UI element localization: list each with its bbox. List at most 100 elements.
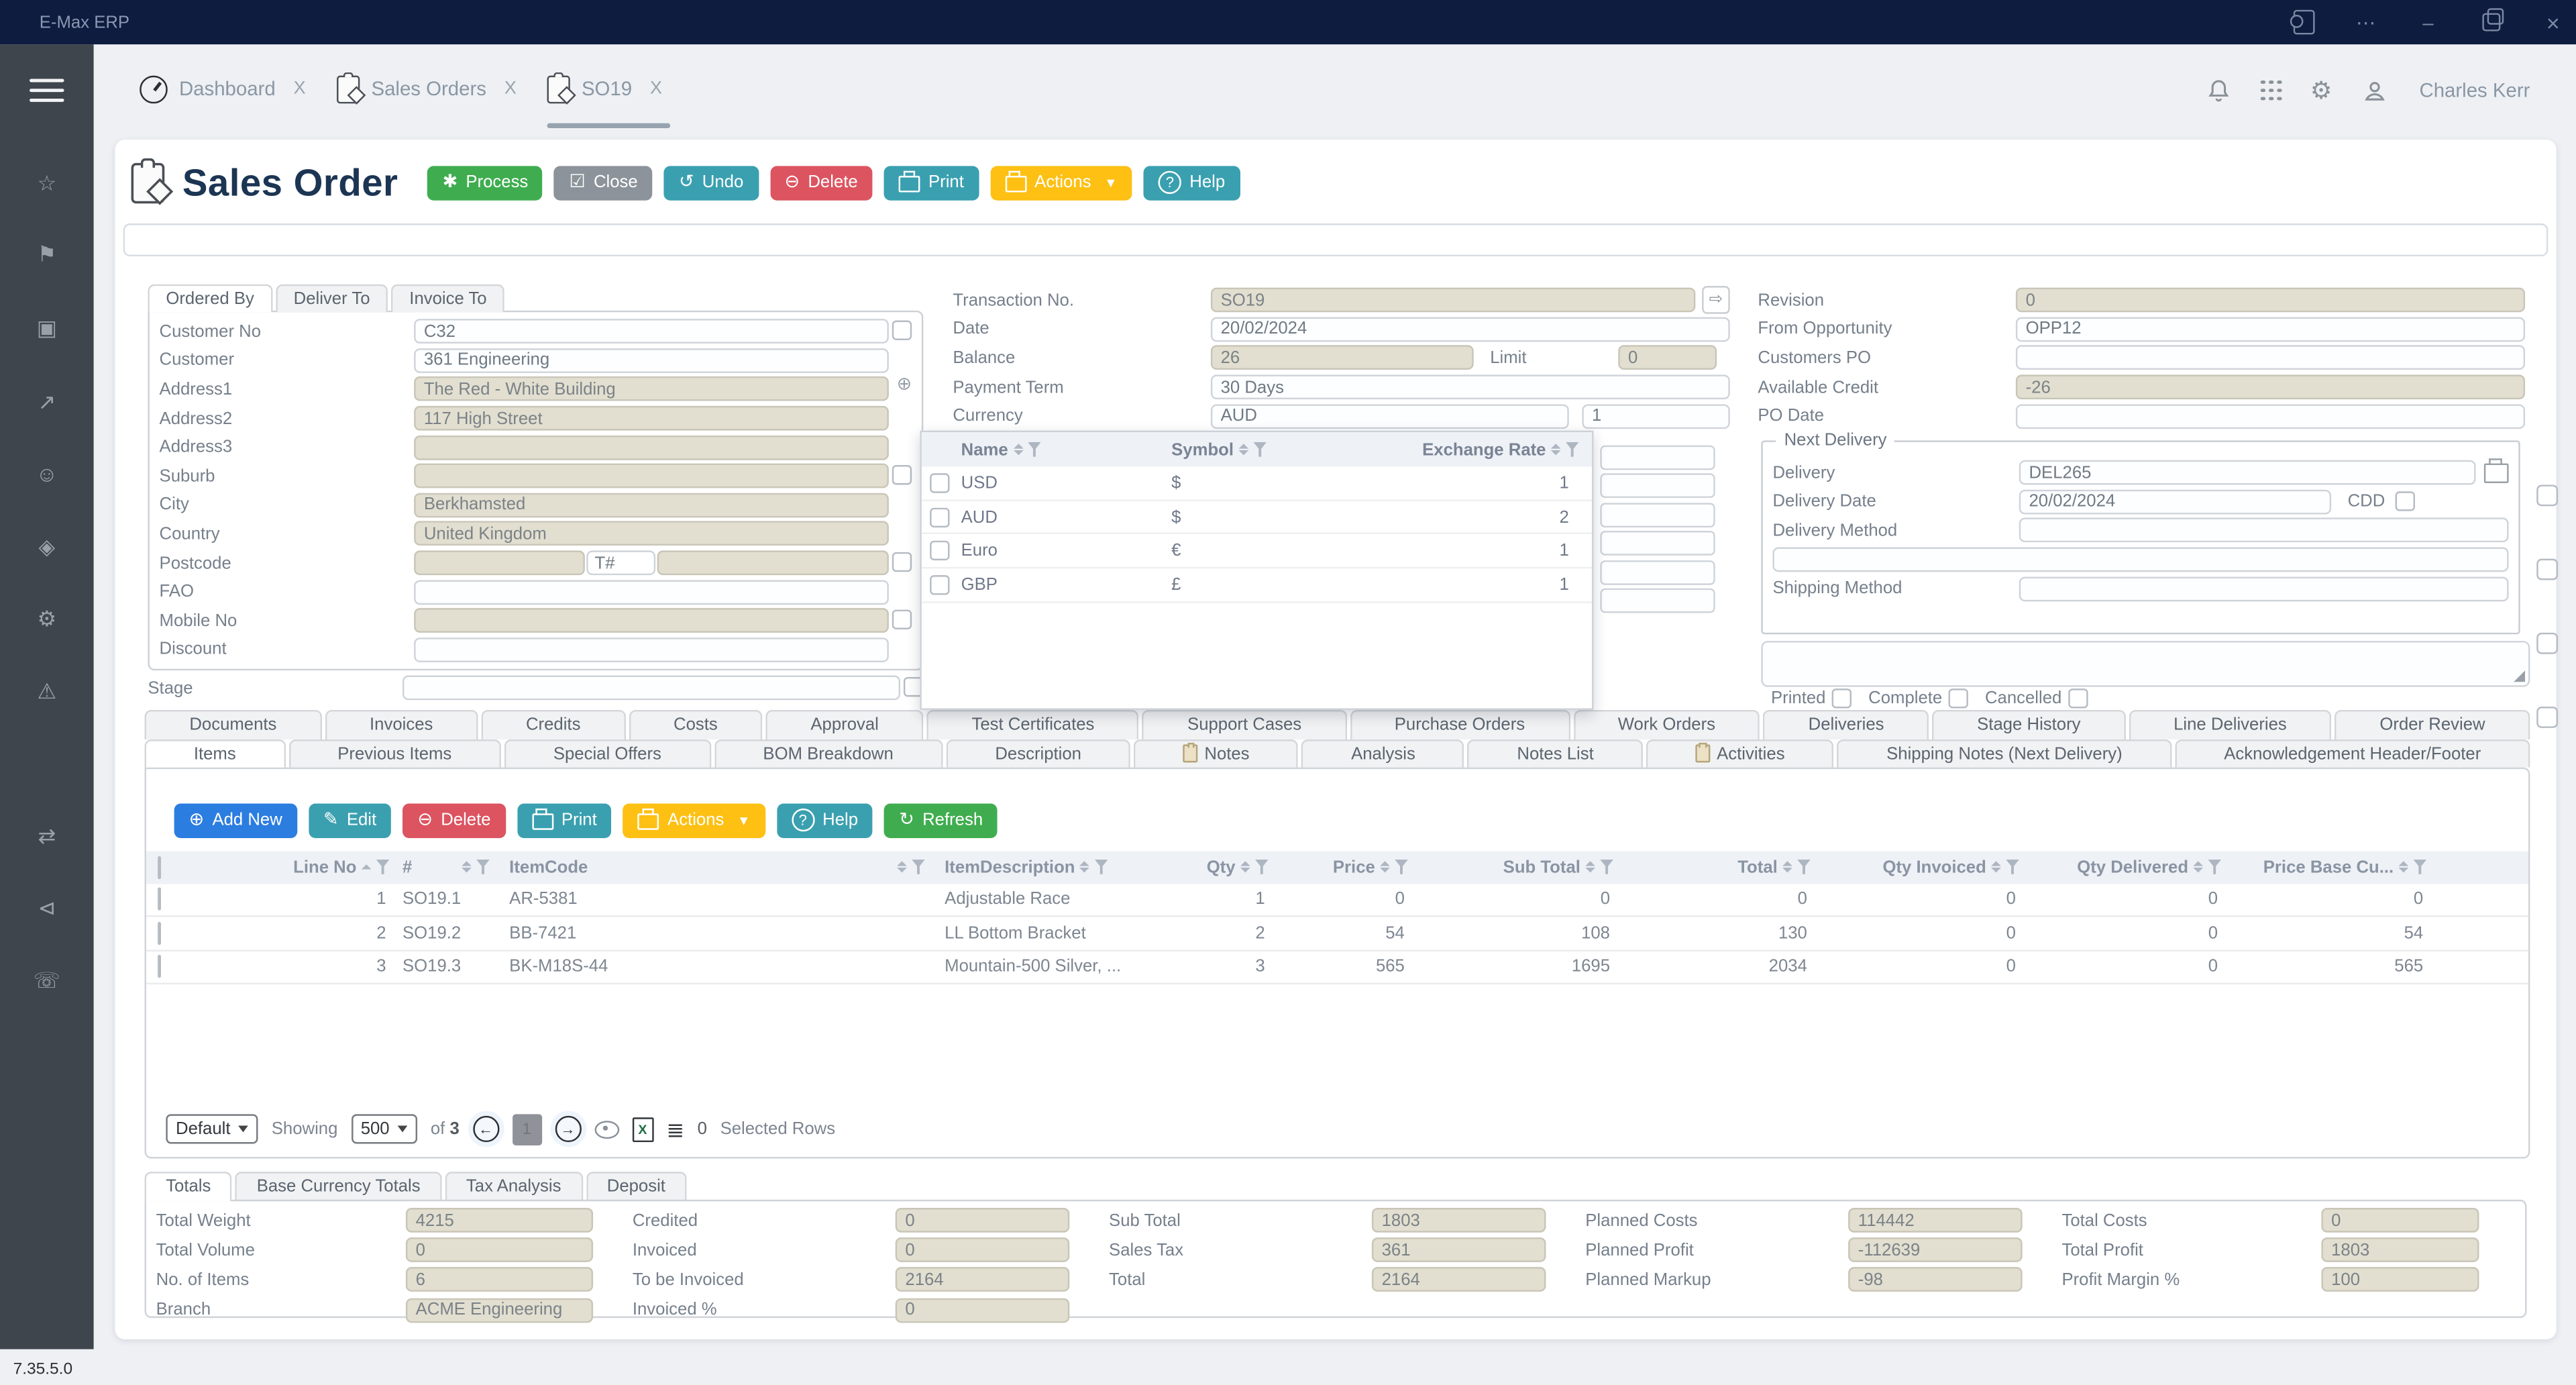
row-checkbox[interactable]	[930, 507, 949, 527]
order-banner[interactable]	[123, 223, 2548, 256]
cancelled-checkbox[interactable]	[2068, 688, 2088, 708]
print-items-button[interactable]: Print	[517, 803, 612, 837]
tab-approval[interactable]: Approval	[766, 710, 924, 739]
tab-base-currency-totals[interactable]: Base Currency Totals	[235, 1172, 441, 1200]
complete-checkbox[interactable]	[1949, 688, 1968, 708]
filter-icon[interactable]	[1028, 442, 1041, 457]
tab-support-cases[interactable]: Support Cases	[1142, 710, 1346, 739]
close-icon[interactable]: ×	[2540, 9, 2566, 35]
tab-analysis[interactable]: Analysis	[1302, 739, 1464, 768]
customer-no-checkbox[interactable]	[892, 321, 912, 340]
cdd-checkbox[interactable]	[2395, 492, 2414, 511]
filter-icon[interactable]	[1255, 860, 1269, 874]
tab-description[interactable]: Description	[946, 739, 1130, 768]
filter-icon[interactable]	[2208, 860, 2221, 874]
actions-button[interactable]: Actions▼	[990, 165, 1132, 199]
view-select[interactable]: Default	[166, 1114, 258, 1143]
table-row[interactable]: 1SO19.1AR-5381Adjustable Race 1000000	[146, 883, 2528, 917]
table-row[interactable]: 2SO19.2BB-7421LL Bottom Bracket 25410813…	[146, 917, 2528, 951]
stage-field[interactable]	[402, 676, 900, 701]
prev-page-button[interactable]: ←	[472, 1116, 498, 1142]
edit-button[interactable]: ✎Edit	[309, 803, 391, 837]
tab-invoice-to[interactable]: Invoice To	[391, 285, 504, 313]
filter-icon[interactable]	[1566, 442, 1579, 457]
nav-tab-sales-orders[interactable]: Sales Orders X	[337, 64, 517, 113]
tab-test-certificates[interactable]: Test Certificates	[927, 710, 1140, 739]
search-page-icon[interactable]	[2290, 9, 2316, 35]
tab-stage-history[interactable]: Stage History	[1932, 710, 2125, 739]
sort-icon[interactable]	[1551, 444, 1561, 456]
items-help-button[interactable]: ?Help	[777, 803, 873, 837]
tab-ack-header-footer[interactable]: Acknowledgement Header/Footer	[2175, 739, 2530, 768]
from-opportunity-field[interactable]: OPP12	[2016, 317, 2525, 342]
tab-activities[interactable]: Activities	[1646, 739, 1834, 768]
date-field[interactable]: 20/02/2024	[1211, 317, 1730, 342]
row-checkbox[interactable]	[930, 575, 949, 595]
col-price[interactable]: Price	[1275, 857, 1414, 876]
exchange-rate-field[interactable]: 1	[1582, 404, 1729, 429]
tab-totals[interactable]: Totals	[145, 1172, 233, 1200]
delivery-date-field[interactable]: 20/02/2024	[2019, 490, 2331, 515]
settings-globe-icon[interactable]: ⚙	[0, 608, 94, 629]
filter-icon[interactable]	[2414, 860, 2427, 874]
filter-icon[interactable]	[912, 860, 925, 874]
support-icon[interactable]: ☏	[0, 970, 94, 991]
tab-notes-list[interactable]: Notes List	[1468, 739, 1643, 768]
process-button[interactable]: ✱Process	[428, 165, 543, 199]
nav-tab-so19[interactable]: SO19 X	[547, 64, 663, 113]
tab-order-review[interactable]: Order Review	[2335, 710, 2530, 739]
filter-icon[interactable]	[1395, 860, 1408, 874]
tracking-icon[interactable]: ⚑	[0, 243, 94, 264]
settings-gear-icon[interactable]: ⚙	[2310, 78, 2332, 103]
print-delivery-icon[interactable]	[2484, 463, 2509, 482]
delete-item-button[interactable]: ⊖Delete	[402, 803, 505, 837]
user-avatar-icon[interactable]	[2362, 78, 2387, 103]
row-checkbox[interactable]	[158, 888, 161, 911]
delivery-notes-textarea[interactable]	[1761, 641, 2530, 687]
filter-icon[interactable]	[1253, 442, 1267, 457]
restore-icon[interactable]	[2477, 9, 2504, 35]
filter-icon[interactable]	[2006, 860, 2019, 874]
customers-po-field[interactable]	[2016, 346, 2525, 370]
postcode-checkbox[interactable]	[892, 552, 912, 571]
row-checkbox[interactable]	[930, 473, 949, 493]
tab-previous-items[interactable]: Previous Items	[288, 739, 501, 768]
filter-icon[interactable]	[376, 860, 390, 874]
postcode-prefix-field[interactable]: T#	[586, 551, 655, 576]
tab-items[interactable]: Items	[145, 739, 286, 768]
user-name[interactable]: Charles Kerr	[2419, 79, 2530, 102]
discount-field[interactable]	[414, 637, 889, 662]
add-new-button[interactable]: ⊕Add New	[174, 803, 297, 837]
menu-icon[interactable]	[30, 79, 64, 102]
mobile-checkbox[interactable]	[892, 609, 912, 629]
close-tab-icon[interactable]: X	[650, 79, 662, 99]
close-tab-icon[interactable]: X	[504, 79, 517, 99]
col-line-no[interactable]: Line No	[195, 857, 396, 876]
delivery-extra-field[interactable]	[1772, 548, 2508, 572]
open-transaction-icon[interactable]: ⇨	[1702, 287, 1730, 315]
col-num[interactable]: #	[396, 857, 502, 876]
delivery-field[interactable]: DEL265	[2019, 460, 2476, 485]
printed-checkbox[interactable]	[1832, 688, 1851, 708]
select-all-checkbox[interactable]	[158, 856, 161, 878]
current-page[interactable]: 1	[512, 1113, 541, 1145]
delete-button[interactable]: ⊖Delete	[769, 165, 872, 199]
row-checkbox[interactable]	[930, 541, 949, 560]
currency-field[interactable]: AUD	[1211, 404, 1569, 429]
side-toggle[interactable]	[2536, 707, 2558, 728]
next-page-button[interactable]: →	[555, 1116, 581, 1142]
products-icon[interactable]: ◈	[0, 535, 94, 557]
tab-bom-breakdown[interactable]: BOM Breakdown	[714, 739, 943, 768]
col-sub-total[interactable]: Sub Total	[1415, 857, 1620, 876]
customer-field[interactable]: 361 Engineering	[414, 348, 889, 373]
more-options-icon[interactable]: ⋯	[2353, 9, 2379, 35]
filter-icon[interactable]	[476, 860, 490, 874]
row-density-icon[interactable]: ≣	[666, 1119, 684, 1140]
suburb-checkbox[interactable]	[892, 465, 912, 484]
shipping-icon[interactable]: ▣	[0, 317, 94, 339]
tab-invoices[interactable]: Invoices	[325, 710, 478, 739]
filter-icon[interactable]	[1095, 860, 1108, 874]
tab-ordered-by[interactable]: Ordered By	[148, 285, 272, 313]
tab-documents[interactable]: Documents	[145, 710, 322, 739]
col-qty[interactable]: Qty	[1185, 857, 1275, 876]
